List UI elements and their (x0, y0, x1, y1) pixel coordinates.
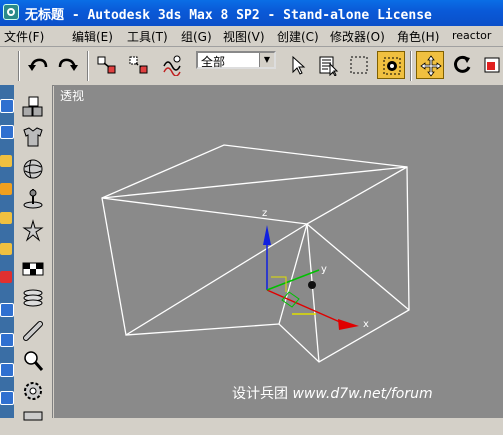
motor-button[interactable] (19, 347, 47, 375)
select-rotate-button[interactable] (448, 51, 476, 79)
watermark-cn: 设计兵团 (232, 386, 288, 402)
app-icon[interactable] (0, 183, 12, 195)
menu-reactor[interactable]: reactor (452, 29, 491, 42)
window-crossing-button[interactable] (377, 51, 405, 79)
rope-collection-icon (23, 189, 43, 209)
selection-filter-dropdown[interactable]: 全部 ▼ (196, 51, 276, 69)
menu-modifiers[interactable]: 修改器(O) (330, 28, 385, 45)
folder-icon[interactable] (0, 155, 12, 167)
cloth-collection-button[interactable] (19, 123, 47, 151)
window-icon[interactable] (0, 125, 14, 139)
undo-icon (28, 58, 48, 71)
y-axis-label: y (321, 264, 327, 275)
spring-icon (23, 289, 43, 307)
rigidbody-collection-icon (22, 96, 43, 117)
menu-bar: 文件(F) 编辑(E) 工具(T) 组(G) 视图(V) 创建(C) 修改器(O… (0, 26, 503, 47)
viewport-canvas: z y x (101, 144, 410, 363)
menu-file[interactable]: 文件(F) (4, 28, 44, 45)
window-crossing-icon (383, 57, 401, 75)
app-icon[interactable] (3, 4, 19, 20)
window-icon[interactable] (0, 363, 14, 377)
toy-car-button[interactable] (19, 407, 47, 435)
menu-group[interactable]: 组(G) (181, 28, 212, 45)
unlink-icon (129, 56, 148, 74)
motor-icon (24, 351, 44, 371)
desktop-strip (0, 85, 14, 418)
toolbar-separator (87, 51, 89, 81)
main-toolbar: 全部 ▼ (0, 47, 503, 86)
redo-icon (58, 58, 78, 71)
plane-button[interactable] (19, 255, 47, 283)
bind-spacewarp-icon (163, 55, 181, 76)
select-link-icon (97, 56, 116, 74)
wind-button[interactable] (19, 377, 47, 405)
spring-button[interactable] (19, 285, 47, 313)
z-axis-label: z (262, 208, 267, 219)
select-move-icon (420, 55, 442, 77)
window-icon[interactable] (0, 99, 14, 113)
unlink-button[interactable] (125, 51, 153, 79)
deforming-mesh-button[interactable] (19, 217, 47, 245)
select-by-name-button[interactable] (314, 51, 342, 79)
rope-collection-button[interactable] (19, 185, 47, 213)
undo-button[interactable] (24, 51, 52, 79)
watermark: 设计兵团 www.d7w.net/forum (232, 383, 433, 403)
app-icon[interactable] (0, 271, 12, 283)
select-by-name-icon (319, 56, 339, 76)
menu-tools[interactable]: 工具(T) (127, 28, 168, 45)
title-bar[interactable]: 无标题 - Autodesk 3ds Max 8 SP2 - Stand-alo… (0, 0, 503, 26)
window-icon[interactable] (0, 303, 14, 317)
select-move-button[interactable] (416, 51, 444, 79)
redo-button[interactable] (54, 51, 82, 79)
window-icon[interactable] (0, 333, 14, 347)
menu-create[interactable]: 创建(C) (277, 28, 319, 45)
dashpot-button[interactable] (19, 317, 47, 345)
toolbar-separator (18, 51, 20, 81)
softbody-collection-button[interactable] (19, 155, 47, 183)
select-scale-button[interactable] (478, 51, 503, 79)
rectangular-selection-icon (350, 56, 368, 74)
select-object-icon (292, 55, 306, 75)
select-rotate-icon (454, 55, 471, 73)
x-axis-label: x (363, 319, 369, 330)
plane-icon (22, 262, 44, 276)
toy-car-icon (23, 411, 43, 421)
select-scale-icon (484, 57, 500, 73)
wind-icon (24, 382, 42, 400)
select-object-button[interactable] (284, 51, 312, 79)
window-title: 无标题 - Autodesk 3ds Max 8 SP2 - Stand-alo… (25, 8, 432, 23)
select-link-button[interactable] (93, 51, 121, 79)
menu-views[interactable]: 视图(V) (223, 28, 265, 45)
folder-icon[interactable] (0, 212, 12, 224)
cloth-collection-icon (23, 127, 43, 147)
perspective-viewport[interactable]: 透视 z y x 设计兵团 www.d7w.net/forum (54, 85, 503, 418)
deforming-mesh-icon (22, 219, 44, 242)
dashpot-icon (23, 321, 43, 341)
rigidbody-collection-button[interactable] (19, 93, 47, 121)
selection-filter-value: 全部 (201, 55, 226, 69)
folder-icon[interactable] (0, 243, 12, 255)
menu-edit[interactable]: 编辑(E) (72, 28, 113, 45)
toolbar-separator (410, 51, 412, 81)
transform-gizmo: z y x (262, 208, 369, 330)
reactor-toolbar (14, 85, 53, 421)
rectangular-selection-button[interactable] (345, 51, 373, 79)
watermark-url: www.d7w.net/forum (292, 386, 433, 402)
softbody-collection-icon (23, 159, 43, 179)
menu-character[interactable]: 角色(H) (397, 28, 439, 45)
window-icon[interactable] (0, 391, 14, 405)
bind-spacewarp-button[interactable] (158, 51, 186, 79)
chevron-down-icon: ▼ (259, 53, 274, 67)
